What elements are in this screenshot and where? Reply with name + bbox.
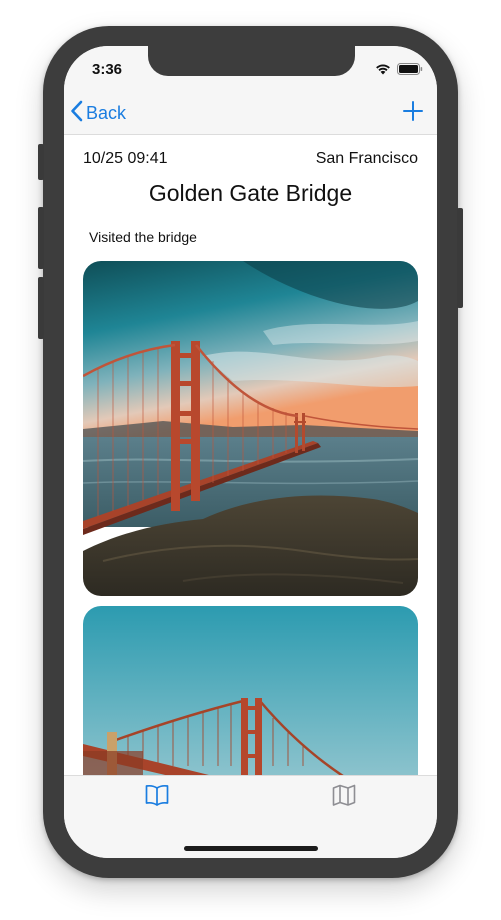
tab-bar — [64, 775, 437, 858]
plus-icon — [403, 101, 423, 125]
volume-down-button — [38, 277, 44, 339]
book-icon — [145, 784, 169, 810]
entry-photo[interactable] — [83, 606, 418, 775]
screen: 3:36 Back 10/25 09:41 San Francisco Gold… — [64, 46, 437, 858]
wifi-icon — [375, 62, 391, 80]
entry-note: Visited the bridge — [89, 229, 197, 245]
entry-meta: 10/25 09:41 San Francisco — [83, 150, 418, 168]
entry-title: Golden Gate Bridge — [148, 180, 353, 206]
entry-photo[interactable] — [83, 261, 418, 596]
back-button[interactable]: Back — [70, 100, 126, 127]
tab-map[interactable] — [332, 784, 356, 811]
map-icon — [332, 784, 356, 810]
navigation-bar: Back — [64, 90, 437, 135]
add-button[interactable] — [403, 101, 423, 126]
power-button — [457, 208, 463, 308]
back-label: Back — [86, 103, 127, 123]
volume-up-button — [38, 207, 44, 269]
entry-detail: 10/25 09:41 San Francisco Golden Gate Br… — [64, 135, 437, 775]
tab-journal[interactable] — [145, 784, 169, 811]
home-indicator[interactable] — [184, 846, 318, 851]
silent-switch — [38, 144, 44, 180]
battery-icon — [397, 62, 423, 80]
entry-date: 10/25 09:41 — [83, 150, 168, 167]
notch — [148, 46, 355, 76]
status-icons — [375, 62, 423, 80]
entry-location: San Francisco — [315, 150, 418, 167]
chevron-left-icon — [70, 100, 86, 127]
status-time: 3:36 — [92, 61, 123, 78]
